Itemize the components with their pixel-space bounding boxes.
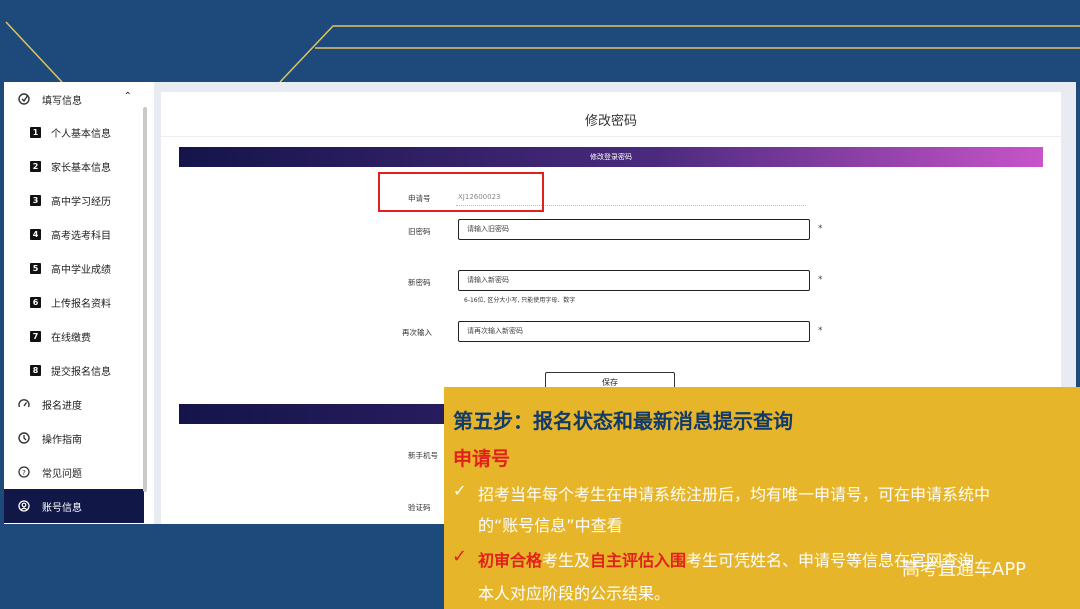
sidebar-item-academic-scores[interactable]: 5 高中学业成绩: [4, 251, 144, 285]
password-hint: 6-16位, 区分大小写, 只能使用字母、数字: [464, 297, 576, 304]
sidebar-item-label: 家长基本信息: [51, 162, 111, 174]
sidebar-header-label: 填写信息: [42, 95, 82, 107]
confirm-password-input[interactable]: 请再次输入新密码: [458, 321, 810, 342]
new-password-input[interactable]: 请输入新密码: [458, 270, 810, 291]
sidebar-item-label: 高中学习经历: [51, 196, 111, 208]
sidebar-item-label: 个人基本信息: [51, 128, 111, 140]
check-icon-red: ✓: [452, 546, 468, 567]
sidebar-item-parent-info[interactable]: 2 家长基本信息: [4, 149, 144, 183]
help-icon: ?: [18, 466, 30, 478]
old-password-label: 旧密码: [408, 227, 431, 236]
step-number-badge: 7: [30, 330, 41, 342]
sidebar-item-guide[interactable]: 操作指南: [4, 421, 144, 455]
sidebar-item-account-info[interactable]: 账号信息: [4, 489, 144, 523]
sidebar-item-progress[interactable]: 报名进度: [4, 387, 144, 421]
step-number-badge: 8: [30, 364, 41, 376]
section-banner: 修改登录密码: [179, 147, 1043, 167]
check-icon: ✓: [453, 481, 467, 500]
new-password-label: 新密码: [408, 278, 431, 287]
sidebar-item-online-payment[interactable]: 7 在线缴费: [4, 319, 144, 353]
highlight-self-assessment: 自主评估入围: [590, 551, 687, 570]
sidebar-item-label: 在线缴费: [51, 332, 91, 344]
new-phone-label: 新手机号: [408, 451, 438, 460]
account-icon: [18, 500, 30, 512]
chevron-up-icon[interactable]: ⌃: [124, 91, 132, 102]
sidebar-item-label: 报名进度: [42, 400, 82, 412]
bullet2-line2: 本人对应阶段的公示结果。: [478, 584, 671, 603]
step-number-badge: 1: [30, 126, 41, 138]
verification-code-label: 验证码: [408, 503, 431, 512]
old-password-input[interactable]: 请输入旧密码: [458, 219, 810, 240]
required-mark: *: [818, 224, 823, 234]
gauge-icon: [18, 398, 30, 410]
watermark: 高考直通车APP: [902, 559, 1027, 580]
sidebar-item-label: 高考选考科目: [51, 230, 111, 242]
step-number-badge: 2: [30, 160, 41, 172]
sidebar-item-personal-info[interactable]: 1 个人基本信息: [4, 115, 144, 149]
sidebar-item-upload-materials[interactable]: 6 上传报名资料: [4, 285, 144, 319]
sidebar: 填写信息 ⌃ 1 个人基本信息 2 家长基本信息 3 高中学习经历 4 高考选考…: [4, 82, 154, 524]
bullet2-text-mid: 考生及: [542, 551, 591, 570]
step-number-badge: 5: [30, 262, 41, 274]
svg-text:?: ?: [22, 469, 26, 477]
overlay-subtitle: 申请号: [453, 448, 511, 470]
sidebar-item-label: 操作指南: [42, 434, 82, 446]
title-divider: [161, 136, 1061, 137]
confirm-password-label: 再次输入: [402, 328, 432, 337]
sidebar-item-label: 高中学业成绩: [51, 264, 111, 276]
highlight-box: [378, 172, 544, 212]
step-number-badge: 3: [30, 194, 41, 206]
sidebar-item-submit-info[interactable]: 8 提交报名信息: [4, 353, 144, 387]
sidebar-item-high-school-history[interactable]: 3 高中学习经历: [4, 183, 144, 217]
bullet1-line1: 招考当年每个考生在申请系统注册后，均有唯一申请号，可在申请系统中: [478, 485, 991, 504]
edit-check-icon: [18, 93, 30, 105]
overlay-title: 第五步：报名状态和最新消息提示查询: [453, 409, 793, 433]
required-mark: *: [818, 275, 823, 285]
step-number-badge: 6: [30, 296, 41, 308]
highlight-initial-review: 初审合格: [478, 551, 543, 570]
page-title: 修改密码: [584, 114, 637, 129]
bullet2-line1: 初审合格考生及自主评估入围考生可凭姓名、申请号等信息在官网查询: [478, 547, 974, 571]
sidebar-item-exam-subjects[interactable]: 4 高考选考科目: [4, 217, 144, 251]
sidebar-item-label: 上传报名资料: [51, 298, 111, 310]
compass-icon: [18, 432, 30, 444]
sidebar-header-fill-info[interactable]: 填写信息 ⌃: [4, 82, 144, 116]
sidebar-scrollbar[interactable]: [143, 107, 147, 492]
step-number-badge: 4: [30, 228, 41, 240]
bullet1-line2: 的“账号信息”中查看: [478, 516, 623, 535]
sidebar-item-label: 提交报名信息: [51, 366, 111, 378]
sidebar-item-faq[interactable]: ? 常见问题: [4, 455, 144, 489]
sidebar-item-label: 账号信息: [42, 502, 82, 514]
required-mark: *: [818, 326, 823, 336]
sidebar-item-label: 常见问题: [42, 468, 82, 480]
